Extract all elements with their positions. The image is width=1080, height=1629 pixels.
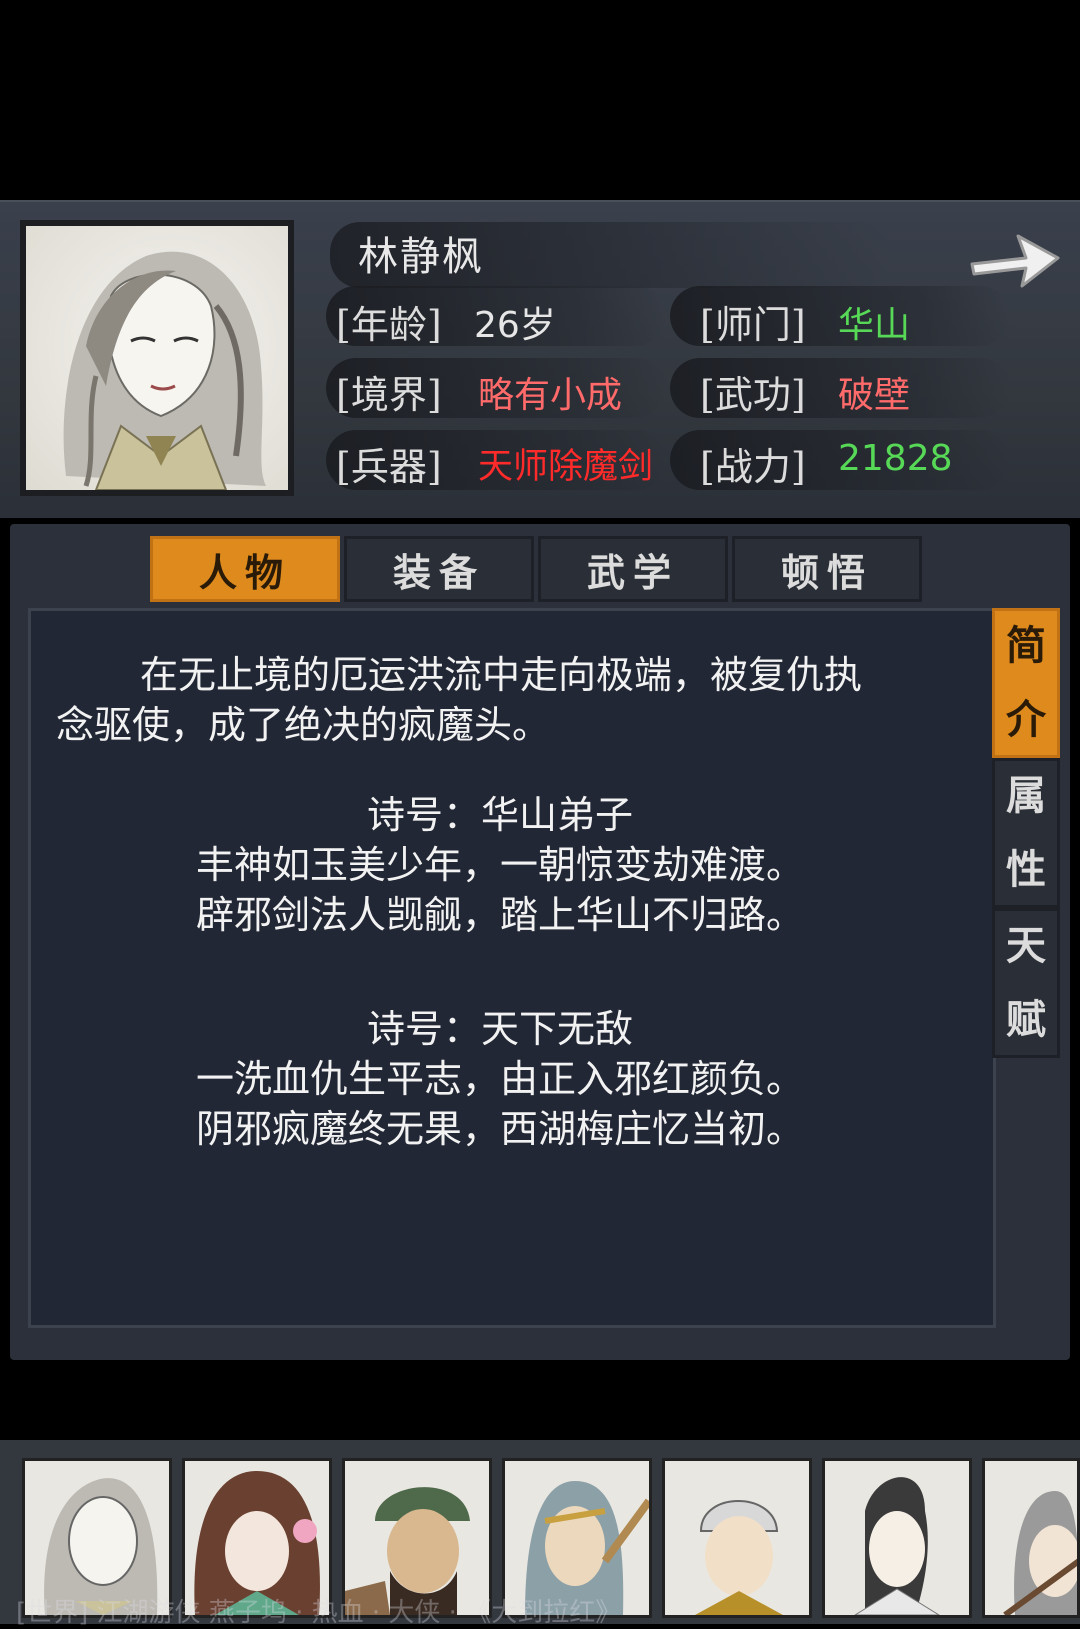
character-header: 林静枫 [年龄] 26岁 [师门] 华山 [境界] 略有小成 [武功] 破壁 [… (0, 200, 1080, 518)
portrait-image (26, 226, 288, 490)
side-tab-attributes-char-1: 属 (1006, 772, 1046, 819)
world-chat-ticker: [世界] 江湖游侠 燕子坞 · 热血 · 大侠 · 《大到拉红》 (16, 1598, 622, 1628)
side-tab-intro-char-1: 简 (1006, 622, 1046, 669)
realm-label: [境界] (336, 373, 442, 417)
side-tab-attributes-char-2: 性 (1006, 846, 1046, 893)
tab-equipment[interactable]: 装备 (344, 536, 534, 602)
poem-1: 诗号：华山弟子 丰神如玉美少年，一朝惊变劫难渡。 辟邪剑法人觊觎，踏上华山不归路… (0, 790, 1000, 940)
side-tab-intro[interactable]: 简 介 (992, 608, 1060, 758)
skill-value: 破壁 (838, 375, 911, 416)
character-name: 林静枫 (358, 234, 484, 280)
poem-2: 诗号：天下无敌 一洗血仇生平志，由正入邪红颜负。 阴邪疯魔终无果，西湖梅庄忆当初… (0, 1004, 1000, 1154)
skill-label: [武功] (700, 373, 806, 417)
poem-2-title: 诗号：天下无敌 (366, 1007, 633, 1051)
side-tab-attributes[interactable]: 属 性 (992, 758, 1060, 908)
weapon-label: [兵器] (336, 445, 442, 489)
weapon-value: 天师除魔剑 (478, 447, 654, 487)
poem-1-line-1: 丰神如玉美少年，一朝惊变劫难渡。 (195, 843, 804, 887)
roster-portrait-7[interactable] (982, 1458, 1080, 1618)
intro-line-1: 在无止境的厄运洪流中走向极端，被复仇执 (140, 653, 863, 697)
intro-text: 在无止境的厄运洪流中走向极端，被复仇执 念驱使，成了绝决的疯魔头。 (56, 650, 956, 750)
side-tab-talent-char-2: 赋 (1006, 996, 1046, 1043)
poem-1-line-2: 辟邪剑法人觊觎，踏上华山不归路。 (195, 893, 804, 937)
realm-value: 略有小成 (478, 375, 623, 416)
power-label: [战力] (700, 445, 806, 489)
tab-martial-arts[interactable]: 武学 (538, 536, 728, 602)
power-value: 21828 (838, 438, 953, 479)
side-tab-talent-char-1: 天 (1006, 922, 1046, 969)
poem-2-line-1: 一洗血仇生平志，由正入邪红颜负。 (195, 1057, 804, 1101)
top-black-bar (0, 0, 1080, 200)
side-tab-intro-char-2: 介 (1006, 696, 1046, 743)
character-portrait[interactable] (20, 220, 294, 496)
poem-2-line-2: 阴邪疯魔终无果，西湖梅庄忆当初。 (195, 1107, 804, 1151)
sect-label: [师门] (700, 303, 806, 347)
tab-enlightenment[interactable]: 顿悟 (732, 536, 922, 602)
tab-character[interactable]: 人物 (150, 536, 340, 602)
next-arrow-icon[interactable] (968, 222, 1062, 292)
roster-portrait-6[interactable] (822, 1458, 972, 1618)
sect-value: 华山 (838, 305, 911, 346)
intro-line-2: 念驱使，成了绝决的疯魔头。 (56, 703, 551, 747)
roster-portrait-5[interactable] (662, 1458, 812, 1618)
side-tab-talent[interactable]: 天 赋 (992, 908, 1060, 1058)
age-value: 26岁 (474, 305, 556, 346)
age-label: [年龄] (336, 303, 442, 347)
poem-1-title: 诗号：华山弟子 (366, 793, 633, 837)
